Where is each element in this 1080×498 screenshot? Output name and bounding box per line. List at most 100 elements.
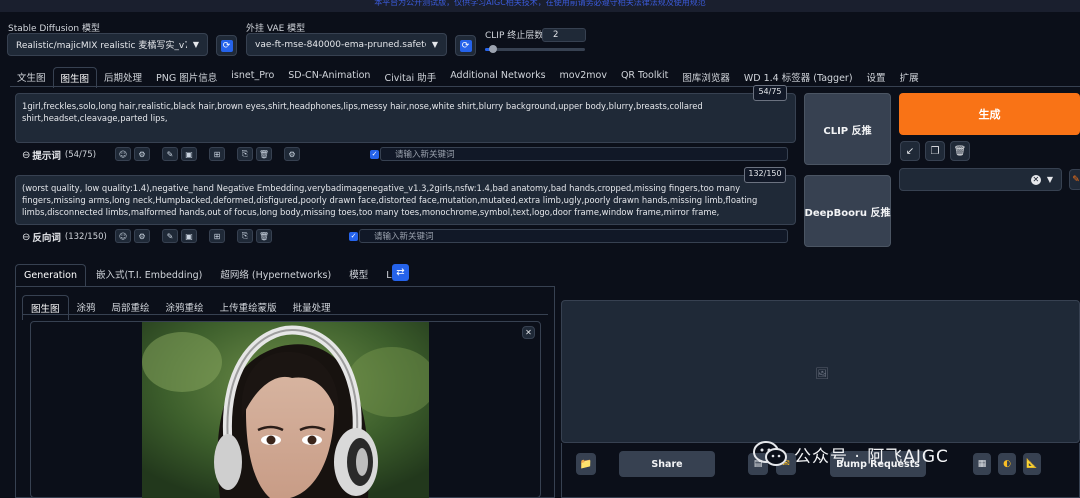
style-actions: ↙ ❐ 🗑 (900, 141, 970, 161)
refresh-icon: ⟳ (459, 39, 472, 52)
img2img-tab-5[interactable]: 批量处理 (285, 295, 339, 320)
refresh-icon: ⟳ (220, 39, 233, 52)
edit-icon[interactable]: ✎ (162, 147, 178, 161)
img2img-tab-3[interactable]: 涂鸦重绘 (158, 295, 212, 320)
prompt-keyword-input[interactable]: 请输入新关键词 (380, 147, 788, 161)
prompt-count: (54/75) (64, 150, 97, 160)
settings-tab-1[interactable]: 嵌入式(T.I. Embedding) (88, 262, 210, 286)
collapse-up-icon[interactable]: ⊖ (22, 232, 30, 243)
negative-keyword-placeholder: 请输入新关键词 (374, 232, 434, 242)
model-select[interactable]: Realistic/majicMIX realistic 麦橘写实_v7.saf… (7, 33, 208, 56)
settings-tab-0[interactable]: Generation (15, 264, 86, 286)
main-tab-10[interactable]: 图库浏览器 (675, 67, 737, 87)
negative-prompt-text: (worst quality, low quality:1.4),negativ… (22, 183, 758, 217)
settings-tab-2[interactable]: 超网络 (Hypernetworks) (212, 262, 339, 286)
main-tab-8[interactable]: mov2mov (553, 67, 614, 87)
prompt-textarea[interactable]: 1girl,freckles,solo,long hair,realistic,… (15, 93, 796, 143)
chevron-down-icon: ▼ (1046, 175, 1053, 184)
prompt-keyword-checkbox[interactable]: ✓ (370, 150, 379, 159)
clip-value-input[interactable]: 2 (542, 28, 586, 42)
main-tab-0[interactable]: 文生图 (10, 67, 53, 87)
top-notice-text: 本平台为公开测试版，仅供学习AIGC相关技术，在使用前请务必遵守相关法律法规及使… (374, 0, 706, 7)
img2img-tab-0[interactable]: 图生图 (22, 295, 69, 320)
settings-tabs: Generation 嵌入式(T.I. Embedding) 超网络 (Hypern… (15, 256, 555, 286)
main-tab-12[interactable]: 设置 (860, 67, 893, 87)
negative-label: 反向词 (32, 233, 61, 244)
emoji-icon[interactable]: ☺ (115, 147, 131, 161)
main-tab-7[interactable]: Additional Networks (443, 67, 552, 87)
main-tabs: 文生图 图生图 后期处理 PNG 图片信息 isnet_Pro SD-CN-Animati… (10, 67, 926, 88)
prompt-toolbar-label: ⊖ 提示词 (54/75) (22, 148, 97, 163)
vae-select[interactable]: vae-ft-mse-840000-ema-pruned.safetensors… (246, 33, 447, 56)
deepbooru-interrogate-button[interactable]: DeepBooru 反推 (804, 175, 891, 247)
main-tab-2[interactable]: 后期处理 (97, 67, 149, 87)
gear-icon[interactable]: ⚙ (134, 229, 150, 243)
vae-refresh-button[interactable]: ⟳ (455, 35, 476, 56)
img2img-tab-4[interactable]: 上传重绘蒙版 (212, 295, 285, 320)
img2img-tab-1[interactable]: 涂鸦 (69, 295, 104, 320)
settings-icon[interactable]: ⚙ (284, 147, 300, 161)
bookmark-icon[interactable]: ▣ (181, 229, 197, 243)
vae-select-value: vae-ft-mse-840000-ema-pruned.safetensors (255, 39, 426, 50)
grid-icon[interactable]: ⊞ (209, 229, 225, 243)
trash-icon[interactable]: 🗑 (256, 147, 272, 161)
close-icon[interactable]: ✕ (522, 326, 535, 339)
main-tab-11[interactable]: WD 1.4 标签器 (Tagger) (737, 67, 860, 87)
image-icon[interactable]: ▦ (973, 453, 991, 475)
main-tab-4[interactable]: isnet_Pro (224, 67, 281, 87)
negative-prompt-textarea[interactable]: (worst quality, low quality:1.4),negativ… (15, 175, 796, 225)
negative-keyword-checkbox[interactable]: ✓ (349, 232, 358, 241)
palette-icon[interactable]: ◐ (998, 453, 1016, 475)
main-tab-3[interactable]: PNG 图片信息 (149, 67, 224, 87)
share-button[interactable]: Share (619, 451, 715, 477)
output-gallery: 🖼 (561, 300, 1080, 443)
main-tab-13[interactable]: 扩展 (893, 67, 926, 87)
prompt-keyword-placeholder: 请输入新关键词 (395, 150, 455, 160)
negative-toolbar: ☺ ⚙ ✎ ▣ ⊞ ⎘ 🗑 (115, 229, 272, 243)
clip-slider[interactable] (485, 45, 585, 53)
prompt-text: 1girl,freckles,solo,long hair,realistic,… (22, 101, 703, 123)
clipboard-icon[interactable]: ❐ (925, 141, 945, 161)
watermark: 公众号 · 阿飞AIGC (752, 440, 949, 468)
style-edit-button[interactable]: ✎ (1069, 169, 1080, 190)
refresh-networks-button[interactable]: ⇄ (392, 264, 409, 281)
main-tab-6[interactable]: Civitai 助手 (377, 67, 443, 87)
tab-divider (10, 86, 1080, 87)
edit-icon[interactable]: ✎ (162, 229, 178, 243)
copy-icon[interactable]: ⎘ (237, 147, 253, 161)
negative-count: (132/150) (64, 232, 107, 242)
trash-icon[interactable]: 🗑 (950, 141, 970, 161)
chevron-down-icon: ▼ (431, 40, 438, 49)
clip-slider-handle[interactable] (489, 45, 497, 53)
clip-interrogate-button[interactable]: CLIP 反推 (804, 93, 891, 165)
clear-icon[interactable]: ✕ (1030, 174, 1041, 185)
main-tab-9[interactable]: QR Toolkit (614, 67, 675, 87)
trash-icon[interactable]: 🗑 (256, 229, 272, 243)
generate-button[interactable]: 生成 (899, 93, 1080, 135)
bookmark-icon[interactable]: ▣ (181, 147, 197, 161)
gear-icon[interactable]: ⚙ (134, 147, 150, 161)
img2img-tab-2[interactable]: 局部重绘 (104, 295, 158, 320)
collapse-up-icon[interactable]: ⊖ (22, 150, 30, 161)
grid-icon[interactable]: ⊞ (209, 147, 225, 161)
main-tab-1[interactable]: 图生图 (52, 67, 98, 88)
watermark-text: 公众号 · 阿飞AIGC (794, 446, 949, 467)
top-notice-bar: 本平台为公开测试版，仅供学习AIGC相关技术，在使用前请务必遵守相关法律法规及使… (0, 0, 1080, 12)
ruler-icon[interactable]: 📐 (1023, 453, 1041, 475)
main-tab-5[interactable]: SD-CN-Animation (281, 67, 377, 87)
clip-label: CLIP 终止层数 (485, 31, 544, 41)
img2img-tabs: 图生图 涂鸦 局部重绘 涂鸦重绘 上传重绘蒙版 批量处理 (22, 295, 339, 320)
model-select-value: Realistic/majicMIX realistic 麦橘写实_v7.saf… (16, 41, 187, 51)
prompt-toolbar: ☺ ⚙ ✎ ▣ ⊞ ⎘ 🗑 ⚙ (115, 147, 300, 161)
model-refresh-button[interactable]: ⟳ (216, 35, 237, 56)
negative-keyword-input[interactable]: 请输入新关键词 (359, 229, 788, 243)
check-icon[interactable]: ↙ (900, 141, 920, 161)
styles-select[interactable]: ✕ ▼ (899, 168, 1062, 191)
prompt-token-counter: 54/75 (753, 85, 787, 101)
input-photo[interactable] (142, 322, 429, 498)
copy-icon[interactable]: ⎘ (237, 229, 253, 243)
emoji-icon[interactable]: ☺ (115, 229, 131, 243)
settings-tabs-container: Generation 嵌入式(T.I. Embedding) 超网络 (Hypern… (15, 256, 555, 286)
folder-icon[interactable]: 📁 (576, 453, 596, 475)
settings-tab-3[interactable]: 模型 (341, 262, 376, 286)
